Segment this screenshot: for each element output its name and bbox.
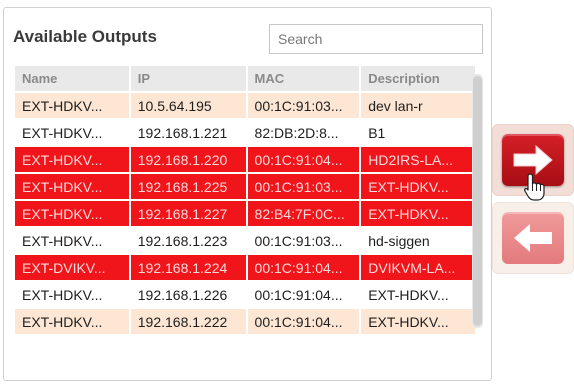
arrow-left-icon [514, 224, 552, 252]
cell-name: EXT-HDKV... [15, 309, 129, 334]
cell-description: hd-siggen [361, 228, 475, 253]
column-header-description[interactable]: Description [361, 66, 475, 91]
cell-mac: 82:DB:2D:8... [247, 120, 360, 145]
move-left-button-face[interactable] [502, 212, 564, 264]
cell-ip: 192.168.1.222 [130, 309, 246, 334]
table-row[interactable]: EXT-HDKV... 192.168.1.225 00:1C:91:03... EX… [15, 174, 475, 199]
outputs-table-container: Name IP MAC Description EXT-HDKV... 10.5.… [13, 64, 477, 380]
table-scrollbar[interactable] [472, 74, 483, 328]
cell-mac: 00:1C:91:04... [247, 255, 360, 280]
column-header-name[interactable]: Name [15, 66, 129, 91]
cell-ip: 192.168.1.227 [130, 201, 246, 226]
outputs-table: Name IP MAC Description EXT-HDKV... 10.5.… [13, 64, 477, 336]
cell-description: EXT-HDKV... [361, 174, 475, 199]
cell-description: EXT-HDKV... [361, 309, 475, 334]
cell-name: EXT-HDKV... [15, 174, 129, 199]
cell-description: HD2IRS-LA... [361, 147, 475, 172]
cell-mac: 00:1C:91:03... [247, 228, 360, 253]
table-row[interactable]: EXT-HDKV... 10.5.64.195 00:1C:91:03... dev … [15, 93, 475, 118]
table-row[interactable]: EXT-HDKV... 192.168.1.227 82:B4:7F:0C... EX… [15, 201, 475, 226]
column-header-mac[interactable]: MAC [247, 66, 360, 91]
cell-name: EXT-HDKV... [15, 147, 129, 172]
table-row[interactable]: EXT-DVIKV... 192.168.1.224 00:1C:91:04... D… [15, 255, 475, 280]
cell-description: dev lan-r [361, 93, 475, 118]
cell-name: EXT-HDKV... [15, 201, 129, 226]
cell-mac: 00:1C:91:04... [247, 147, 360, 172]
panel-title: Available Outputs [13, 27, 157, 46]
table-row[interactable]: EXT-HDKV... 192.168.1.223 00:1C:91:03... hd… [15, 228, 475, 253]
cell-name: EXT-DVIKV... [15, 255, 129, 280]
cell-ip: 192.168.1.226 [130, 282, 246, 307]
cell-description: EXT-HDKV... [361, 201, 475, 226]
column-header-ip[interactable]: IP [130, 66, 246, 91]
cell-ip: 192.168.1.225 [130, 174, 246, 199]
cell-mac: 00:1C:91:03... [247, 93, 360, 118]
scrollbar-thumb[interactable] [473, 76, 482, 326]
cell-mac: 00:1C:91:03... [247, 174, 360, 199]
cell-name: EXT-HDKV... [15, 282, 129, 307]
cell-description: DVIKVM-LA... [361, 255, 475, 280]
cell-ip: 192.168.1.224 [130, 255, 246, 280]
available-outputs-panel: Available Outputs Name IP MAC Descriptio… [3, 7, 492, 381]
table-row[interactable]: EXT-HDKV... 192.168.1.222 00:1C:91:04... EX… [15, 309, 475, 334]
cell-mac: 00:1C:91:04... [247, 309, 360, 334]
cell-name: EXT-HDKV... [15, 228, 129, 253]
move-left-button[interactable] [492, 202, 574, 274]
cell-mac: 00:1C:91:04... [247, 282, 360, 307]
cell-name: EXT-HDKV... [15, 120, 129, 145]
table-row[interactable]: EXT-HDKV... 192.168.1.221 82:DB:2D:8... B1 [15, 120, 475, 145]
cell-description: B1 [361, 120, 475, 145]
hand-cursor-icon [524, 173, 545, 201]
cell-ip: 192.168.1.221 [130, 120, 246, 145]
table-row[interactable]: EXT-HDKV... 192.168.1.220 00:1C:91:04... HD… [15, 147, 475, 172]
table-header-row: Name IP MAC Description [15, 66, 475, 91]
cell-mac: 82:B4:7F:0C... [247, 201, 360, 226]
cell-ip: 192.168.1.223 [130, 228, 246, 253]
cell-description: EXT-HDKV... [361, 282, 475, 307]
table-row[interactable]: EXT-HDKV... 192.168.1.226 00:1C:91:04... EX… [15, 282, 475, 307]
cell-name: EXT-HDKV... [15, 93, 129, 118]
cell-ip: 192.168.1.220 [130, 147, 246, 172]
search-input[interactable] [269, 24, 483, 54]
cell-ip: 10.5.64.195 [130, 93, 246, 118]
